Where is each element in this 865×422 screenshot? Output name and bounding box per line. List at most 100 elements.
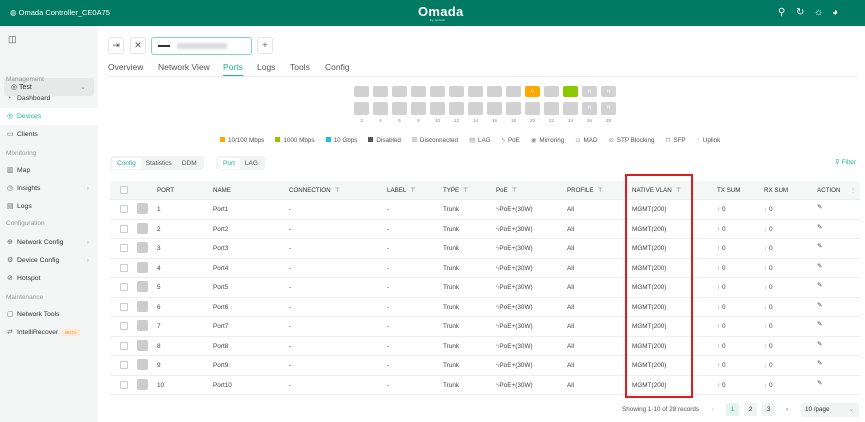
port-20[interactable]	[525, 102, 540, 115]
port-26[interactable]: ⊓	[582, 102, 597, 115]
port-24[interactable]	[563, 102, 578, 115]
row-checkbox[interactable]	[120, 302, 128, 311]
port-12[interactable]	[449, 102, 464, 115]
port-2[interactable]	[354, 102, 369, 115]
edit-icon[interactable]: ✎	[817, 281, 822, 289]
sidebar-item-clients[interactable]: ▭ Clients	[0, 126, 98, 143]
port-23[interactable]	[563, 86, 578, 97]
edit-icon[interactable]: ✎	[817, 320, 822, 328]
tab-ports[interactable]: Ports	[223, 62, 243, 76]
page-3[interactable]: 3	[762, 403, 775, 416]
filter-icon[interactable]: ⊤	[335, 187, 340, 194]
cell-label: -	[387, 265, 389, 272]
next-page-button[interactable]: ›	[786, 406, 788, 413]
port-status-icon	[137, 378, 148, 390]
port-3[interactable]	[373, 86, 388, 97]
port-28[interactable]: ⊓	[601, 102, 616, 115]
sidebar-item-hotspot[interactable]: ⊘ Hotspot	[0, 270, 98, 287]
page-size-select[interactable]: 10 /page ⌄	[801, 403, 859, 417]
row-checkbox[interactable]	[120, 322, 128, 330]
row-checkbox[interactable]	[120, 244, 128, 252]
port-22[interactable]	[544, 102, 559, 115]
row-checkbox[interactable]	[120, 341, 128, 350]
device-tab[interactable]	[151, 37, 252, 55]
collapse-sidebar-icon[interactable]: ◫	[8, 34, 17, 45]
filter-icon[interactable]: ⊤	[463, 187, 468, 194]
port-8[interactable]	[411, 102, 426, 115]
view-tab-config[interactable]: Config	[112, 158, 141, 169]
edit-icon[interactable]: ✎	[817, 359, 822, 367]
port-4[interactable]	[373, 102, 388, 115]
tab-network-view[interactable]: Network View	[158, 62, 210, 72]
tab-config[interactable]: Config	[325, 62, 350, 72]
port-11[interactable]	[449, 86, 464, 97]
row-checkbox[interactable]	[120, 283, 128, 291]
tab-logs[interactable]: Logs	[257, 62, 275, 72]
port-18[interactable]	[506, 102, 521, 115]
edit-icon[interactable]: ✎	[817, 379, 822, 387]
port-14[interactable]	[468, 102, 483, 115]
sidebar-item-device-config[interactable]: ⚙ Device Config ›	[0, 252, 98, 269]
row-checkbox[interactable]	[120, 263, 128, 272]
cell-name: Port3	[213, 245, 228, 252]
filter-button[interactable]: ⊽ Filter	[835, 158, 856, 166]
account-icon[interactable]: ◕	[832, 7, 838, 18]
view-tab-ddm[interactable]: DDM	[177, 158, 202, 169]
type-tab-lag[interactable]: LAG	[240, 158, 263, 169]
page-1[interactable]: 1	[726, 403, 739, 416]
edit-icon[interactable]: ✎	[817, 301, 822, 309]
sidebar-item-devices[interactable]: ◎ Devices	[0, 108, 98, 125]
row-checkbox[interactable]	[120, 380, 128, 389]
sidebar-item-insights[interactable]: ◷ Insights ›	[0, 180, 98, 197]
tab-tools[interactable]: Tools	[290, 62, 310, 72]
port-19[interactable]: ϟ	[525, 86, 540, 97]
cell-name: Port8	[213, 343, 228, 350]
port-10[interactable]	[430, 102, 445, 115]
filter-icon[interactable]: ⊤	[597, 187, 602, 194]
prev-page-button[interactable]: ‹	[712, 406, 714, 413]
expand-panel-button[interactable]: ⇥	[108, 37, 124, 54]
row-checkbox[interactable]	[120, 361, 128, 369]
filter-icon[interactable]: ⊤	[512, 187, 517, 194]
sidebar-item-network-tools[interactable]: ▢ Network Tools	[0, 306, 98, 323]
port-6[interactable]	[392, 102, 407, 115]
sidebar-item-map[interactable]: ▥ Map	[0, 162, 98, 179]
cell-value: -	[387, 206, 390, 213]
port-16[interactable]	[487, 102, 502, 115]
add-tab-button[interactable]: +	[257, 37, 273, 54]
close-button[interactable]: ✕	[130, 37, 146, 54]
refresh-icon[interactable]: ↻	[796, 7, 804, 18]
port-status-icon	[137, 339, 148, 351]
port-13[interactable]	[468, 86, 483, 97]
port-27[interactable]: ⊓	[601, 86, 616, 97]
type-tab-port[interactable]: Port	[218, 158, 240, 169]
theme-icon[interactable]: ☼	[814, 7, 823, 18]
tab-overview[interactable]: Overview	[108, 62, 143, 72]
cell-value: 0	[721, 206, 726, 213]
search-icon[interactable]: ⚲	[778, 7, 785, 18]
port-7[interactable]	[411, 86, 426, 97]
port-25[interactable]: ⊓	[582, 86, 597, 97]
port-21[interactable]	[544, 86, 559, 97]
select-all-checkbox[interactable]	[120, 186, 128, 194]
sidebar-item-dashboard[interactable]: ◔ Dashboard	[0, 90, 98, 107]
port-9[interactable]	[430, 86, 445, 97]
port-17[interactable]	[506, 86, 521, 97]
port-1[interactable]	[354, 86, 369, 97]
port-5[interactable]	[392, 86, 407, 97]
edit-icon[interactable]: ✎	[817, 203, 822, 211]
row-checkbox[interactable]	[120, 224, 128, 233]
view-tab-statistics[interactable]: Statistics	[141, 158, 177, 169]
sidebar-item-logs[interactable]: ▤ Logs	[0, 198, 98, 215]
row-checkbox[interactable]	[120, 205, 128, 213]
edit-icon[interactable]: ✎	[817, 340, 822, 348]
filter-icon[interactable]: ⊤	[410, 187, 415, 194]
sidebar-item-intellirecover[interactable]: ⇄ IntelliRecover BETA	[0, 324, 98, 341]
edit-icon[interactable]: ✎	[817, 262, 822, 270]
sidebar-item-network-config[interactable]: ⊕ Network Config ›	[0, 234, 98, 251]
column-settings-icon[interactable]: ⋮	[850, 187, 856, 194]
port-15[interactable]	[487, 86, 502, 97]
page-2[interactable]: 2	[744, 403, 757, 416]
edit-icon[interactable]: ✎	[817, 223, 822, 231]
edit-icon[interactable]: ✎	[817, 242, 822, 250]
